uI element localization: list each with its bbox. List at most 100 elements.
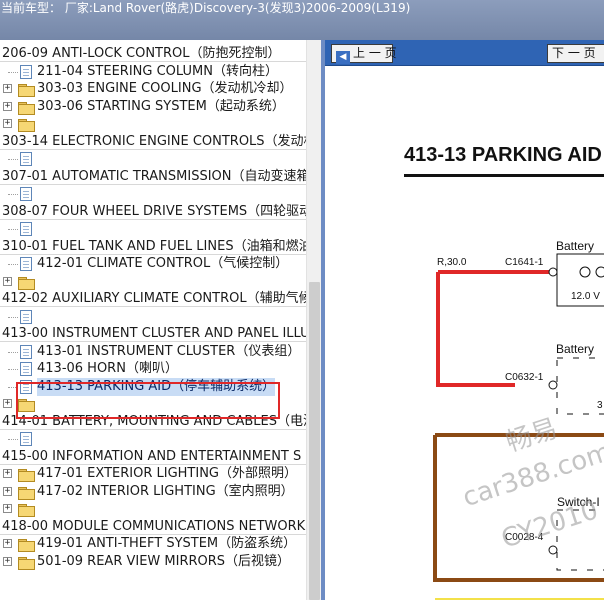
tree-connector-line [8,352,18,353]
tree-connector-line [8,72,18,73]
tree-item[interactable]: 211-04 STEERING COLUMN（转向柱） [0,63,306,81]
tree-item-label: 303-03 ENGINE COOLING（发动机冷却） [37,81,293,96]
tree-item[interactable]: +303-03 ENGINE COOLING（发动机冷却） [0,80,306,98]
tree-item-label: 412-01 CLIMATE CONTROL（气候控制） [37,256,289,271]
expand-plus-icon[interactable]: + [3,469,12,478]
tree-item[interactable]: 412-01 CLIMATE CONTROL（气候控制） [0,255,306,273]
next-page-label: 下 一 页 [552,46,596,60]
tree-connector-line [8,439,18,440]
tree-connector-line [8,229,18,230]
expand-plus-icon[interactable]: + [3,399,12,408]
battery-label-2: Battery [556,342,594,356]
document-icon [20,222,32,236]
tree-item[interactable]: + [0,500,306,518]
connector-label-2: C0632-1 [505,372,544,383]
tree-item[interactable]: +303-06 STARTING SYSTEM（起动系统） [0,98,306,116]
tree-connector-line [8,194,18,195]
expand-plus-icon[interactable]: + [3,504,12,513]
document-icon [20,432,32,446]
battery-symbol-2 [595,266,604,278]
battery-terminal-2 [548,380,558,390]
tree-item[interactable] [0,430,306,448]
battery-terminal-1 [548,267,558,277]
folder-icon [18,84,35,97]
tree-item[interactable]: 418-00 MODULE COMMUNICATIONS NETWORK [0,518,306,536]
tree-item[interactable]: 413-06 HORN（喇叭） [0,360,306,378]
current-model-title: 当前车型： 厂家:Land Rover(路虎)Discovery-3(发现3)2… [1,1,411,15]
page-heading: 413-13 PARKING AID [404,144,602,166]
tree-item[interactable]: 303-14 ELECTRONIC ENGINE CONTROLS（发动机 [0,133,306,151]
tree-row-separator [0,341,306,342]
tree-scrollbar[interactable] [306,40,321,600]
expand-plus-icon[interactable]: + [3,557,12,566]
switch-label: Switch-I [557,495,600,509]
tree-item-label: 303-06 STARTING SYSTEM（起动系统） [37,99,285,114]
tree-item[interactable]: 413-00 INSTRUMENT CLUSTER AND PANEL ILLU [0,325,306,343]
arrow-left-icon: ◀ [336,51,350,64]
tree-item-label: 413-06 HORN（喇叭） [37,361,178,376]
tree-item-label: 501-09 REAR VIEW MIRRORS（后视镜） [37,554,291,569]
scrollbar-thumb[interactable] [309,282,320,600]
tree-item[interactable]: 307-01 AUTOMATIC TRANSMISSION（自动变速箱 [0,168,306,186]
wire-label: R,30.0 [437,257,467,268]
window-title-bar: 当前车型： 厂家:Land Rover(路虎)Discovery-3(发现3)2… [0,0,604,40]
battery-symbol-1 [579,266,591,278]
tree-item[interactable]: +417-02 INTERIOR LIGHTING（室内照明） [0,483,306,501]
tree-item[interactable]: + [0,115,306,133]
tree-row-separator [0,61,306,62]
wiring-diagram: R,30.0 C1641-1 C0632-1 Battery 12.0 V Ba… [433,239,604,600]
tree-connector-line [8,264,18,265]
previous-page-button[interactable]: ◀ 上 一 页 [331,44,397,64]
tree-connector-line [8,369,18,370]
tree-connector-line [8,159,18,160]
tree-connector-line [8,317,18,318]
tree-item[interactable]: 308-07 FOUR WHEEL DRIVE SYSTEMS（四轮驱动 [0,203,306,221]
switch-terminal [548,545,558,555]
tree-row-separator [0,306,306,307]
expand-plus-icon[interactable]: + [3,119,12,128]
selection-highlight-box [16,382,280,419]
tree-item[interactable]: +501-09 REAR VIEW MIRRORS（后视镜） [0,553,306,571]
next-page-button[interactable]: 下 一 页 [547,44,604,63]
voltage-label: 12.0 V [571,291,600,302]
folder-icon [18,504,35,517]
folder-icon [18,487,35,500]
tree-list: 206-09 ANTI-LOCK CONTROL（防抱死控制） 211-04 ST… [0,40,306,600]
expand-plus-icon[interactable]: + [3,84,12,93]
folder-icon [18,469,35,482]
tree-panel: 206-09 ANTI-LOCK CONTROL（防抱死控制） 211-04 ST… [0,40,321,600]
expand-plus-icon[interactable]: + [3,487,12,496]
tree-item[interactable]: 415-00 INFORMATION AND ENTERTAINMENT S [0,448,306,466]
tree-item-label: 211-04 STEERING COLUMN（转向柱） [37,64,278,79]
tree-item-label: 417-01 EXTERIOR LIGHTING（外部照明） [37,466,297,481]
tree-item[interactable]: 413-01 INSTRUMENT CLUSTER（仪表组） [0,343,306,361]
document-icon [20,187,32,201]
tree-item[interactable]: + [0,273,306,291]
tree-item[interactable] [0,220,306,238]
tree-item-label: 417-02 INTERIOR LIGHTING（室内照明） [37,484,294,499]
tree-item-label: 413-01 INSTRUMENT CLUSTER（仪表组） [37,344,301,359]
tree-item[interactable]: +419-01 ANTI-THEFT SYSTEM（防盗系统） [0,535,306,553]
tree-item[interactable] [0,150,306,168]
expand-plus-icon[interactable]: + [3,102,12,111]
tree-item[interactable] [0,185,306,203]
document-icon [20,152,32,166]
tree-item[interactable]: +417-01 EXTERIOR LIGHTING（外部照明） [0,465,306,483]
document-icon [20,65,32,79]
tree-item[interactable]: 412-02 AUXILIARY CLIMATE CONTROL（辅助气候 [0,290,306,308]
tree-item[interactable]: 310-01 FUEL TANK AND FUEL LINES（油箱和燃油 [0,238,306,256]
document-icon [20,345,32,359]
folder-icon [18,277,35,290]
viewer-toolbar: ◀ 上 一 页 下 一 页 [325,40,604,66]
folder-icon [18,102,35,115]
heading-underline [404,174,604,177]
tree-item-label: 419-01 ANTI-THEFT SYSTEM（防盗系统） [37,536,297,551]
folder-icon [18,119,35,132]
expand-plus-icon[interactable]: + [3,539,12,548]
tree-item[interactable] [0,308,306,326]
previous-page-label: 上 一 页 [353,46,397,60]
tree-item[interactable]: 206-09 ANTI-LOCK CONTROL（防抱死控制） [0,45,306,63]
digit-label: 3 [597,400,603,411]
battery-label-1: Battery [556,239,594,253]
expand-plus-icon[interactable]: + [3,277,12,286]
